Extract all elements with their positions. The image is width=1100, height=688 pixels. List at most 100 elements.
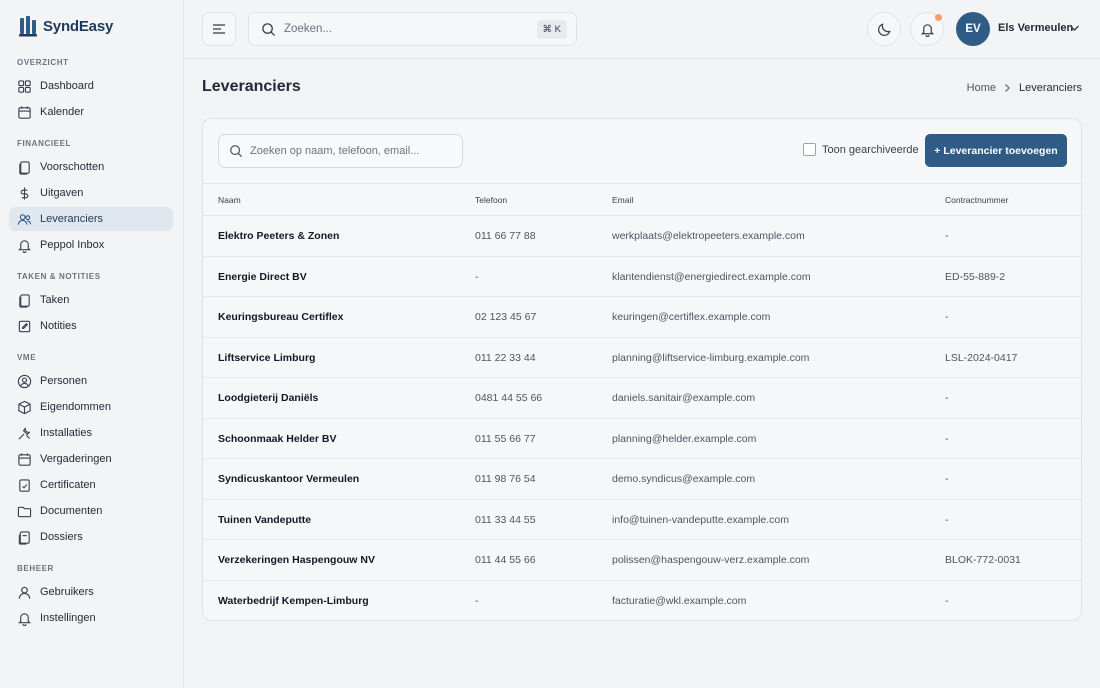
column-header-email[interactable]: Email (612, 195, 633, 205)
cell-email: planning@liftservice-limburg.example.com (612, 351, 810, 364)
show-archived-toggle[interactable]: Toon gearchiveerde (803, 143, 919, 156)
page-title: Leveranciers (202, 78, 301, 95)
sidebar-item-label: Personen (40, 375, 88, 387)
sidebar-item-vergaderingen[interactable]: Vergaderingen (9, 447, 173, 471)
table-row[interactable]: Keuringsbureau Certiflex 02 123 45 67 ke… (203, 297, 1081, 338)
notifications-button[interactable] (910, 12, 944, 46)
sidebar-item-label: Peppol Inbox (40, 239, 105, 251)
bell-icon (920, 23, 934, 37)
table-row[interactable]: Tuinen Vandeputte 011 33 44 55 info@tuin… (203, 500, 1081, 540)
cell-contract: - (945, 392, 949, 404)
avatar[interactable]: EV (956, 12, 990, 46)
dossier-icon (18, 530, 30, 545)
sidebar-item-label: Voorschotten (40, 161, 105, 173)
cell-phone: 011 66 77 88 (475, 230, 536, 242)
breadcrumb: Home Leveranciers (967, 82, 1082, 94)
chevron-down-icon[interactable] (1069, 24, 1080, 32)
section-vme: VME (17, 353, 37, 362)
logo-icon (19, 16, 37, 37)
cell-email: demo.syndicus@example.com (612, 473, 756, 485)
table-row[interactable]: Loodgieterij Daniëls 0481 44 55 66 danie… (203, 378, 1081, 419)
sidebar-item-taken[interactable]: Taken (9, 288, 173, 312)
table-row[interactable]: Syndicuskantoor Vermeulen 011 98 76 54 d… (203, 459, 1081, 500)
cell-email: klantendienst@energiedirect.example.com (612, 270, 811, 283)
supplier-search-input[interactable]: Zoeken op naam, telefoon, email... (218, 134, 463, 168)
notification-dot (935, 14, 942, 21)
cell-contract: - (945, 432, 949, 445)
dollar-icon (20, 186, 29, 200)
bell-icon (17, 239, 32, 253)
folder-icon (17, 506, 32, 517)
gear-icon (17, 612, 32, 626)
users-icon (17, 213, 32, 225)
suppliers-card: Zoeken op naam, telefoon, email... Toon … (202, 118, 1082, 621)
sidebar-item-uitgaven[interactable]: Uitgaven (9, 181, 173, 205)
sidebar-item-kalender[interactable]: Kalender (9, 100, 173, 124)
breadcrumb-current: Leveranciers (1019, 82, 1082, 94)
sidebar-item-installaties[interactable]: Installaties (9, 421, 173, 445)
user-name[interactable]: Els Vermeulen (998, 22, 1073, 34)
cell-contract: - (945, 473, 949, 485)
table-row[interactable]: Schoonmaak Helder BV 011 55 66 77 planni… (203, 419, 1081, 459)
table-row[interactable]: Verzekeringen Haspengouw NV 011 44 55 66… (203, 540, 1081, 581)
app-name: SyndEasy (43, 17, 114, 35)
person-icon (17, 374, 32, 388)
section-taken-notities: TAKEN & NOTITIES (17, 272, 101, 281)
sidebar-item-personen[interactable]: Personen (9, 369, 173, 393)
app-logo[interactable]: SyndEasy (19, 15, 113, 37)
grid-icon (18, 79, 31, 93)
table-row[interactable]: Waterbedrijf Kempen-Limburg - facturatie… (203, 581, 1081, 621)
certificate-icon (19, 478, 30, 492)
sidebar-item-documenten[interactable]: Documenten (9, 499, 173, 523)
cell-contract: BLOK-772-0031 (945, 554, 1021, 566)
cell-name: Verzekeringen Haspengouw NV (218, 554, 375, 566)
sidebar-item-notities[interactable]: Notities (9, 314, 173, 338)
cell-phone: 0481 44 55 66 (475, 392, 543, 404)
column-header-name[interactable]: Naam (218, 195, 241, 205)
sidebar-item-peppol-inbox[interactable]: Peppol Inbox (9, 233, 173, 257)
sidebar-item-voorschotten[interactable]: Voorschotten (9, 155, 173, 179)
supplier-search-placeholder: Zoeken op naam, telefoon, email... (250, 145, 420, 157)
sidebar-item-label: Uitgaven (40, 187, 84, 199)
sidebar-item-certificaten[interactable]: Certificaten (9, 473, 173, 497)
breadcrumb-home-link[interactable]: Home (967, 82, 996, 94)
documents-icon (19, 160, 30, 175)
column-header-phone[interactable]: Telefoon (475, 195, 507, 205)
sidebar-item-label: Dossiers (40, 531, 83, 543)
box-icon (18, 400, 31, 414)
sidebar-item-label: Gebruikers (40, 586, 94, 598)
documents-icon (19, 293, 30, 308)
cell-name: Tuinen Vandeputte (218, 513, 312, 526)
sidebar-item-dashboard[interactable]: Dashboard (9, 74, 173, 98)
cell-name: Energie Direct BV (218, 270, 307, 283)
menu-icon (213, 24, 225, 34)
sidebar-item-gebruikers[interactable]: Gebruikers (9, 580, 173, 604)
add-supplier-button[interactable]: + Leverancier toevoegen (925, 134, 1067, 167)
cell-email: facturatie@wkl.example.com (612, 594, 747, 607)
sidebar-toggle-button[interactable] (202, 12, 236, 46)
global-search-placeholder: Zoeken... (284, 23, 332, 35)
cell-email: daniels.sanitair@example.com (612, 392, 756, 404)
sidebar-item-label: Notities (40, 320, 77, 332)
chevron-right-icon (1005, 84, 1010, 92)
global-search-input[interactable]: Zoeken... ⌘ K (248, 12, 577, 46)
table-row[interactable]: Energie Direct BV - klantendienst@energi… (203, 257, 1081, 297)
theme-toggle-button[interactable] (867, 12, 901, 46)
show-archived-checkbox[interactable] (803, 143, 816, 156)
column-header-contract[interactable]: Contractnummer (945, 195, 1008, 205)
sidebar-item-label: Dashboard (40, 80, 94, 92)
cell-phone: 011 55 66 77 (475, 432, 536, 445)
table-row[interactable]: Liftservice Limburg 011 22 33 44 plannin… (203, 338, 1081, 378)
sidebar-item-eigendommen[interactable]: Eigendommen (9, 395, 173, 419)
table-row[interactable]: Elektro Peeters & Zonen 011 66 77 88 wer… (203, 216, 1081, 257)
sidebar-item-instellingen[interactable]: Instellingen (9, 606, 173, 630)
cell-phone: - (475, 594, 479, 607)
cell-contract: LSL-2024-0417 (945, 351, 1018, 364)
table-header: Naam Telefoon Email Contractnummer (203, 183, 1081, 216)
sidebar-item-dossiers[interactable]: Dossiers (9, 525, 173, 549)
sidebar-item-label: Documenten (40, 505, 103, 517)
sidebar-item-leveranciers[interactable]: Leveranciers (9, 207, 173, 231)
section-overzicht: OVERZICHT (17, 58, 69, 67)
cell-contract: - (945, 594, 949, 607)
cell-phone: 011 33 44 55 (475, 513, 536, 526)
